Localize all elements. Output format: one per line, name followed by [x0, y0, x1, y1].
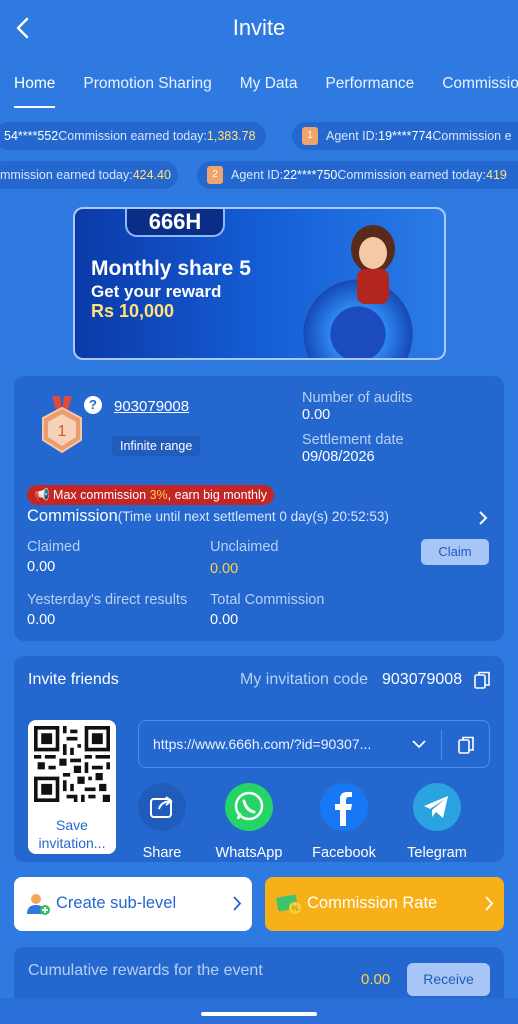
ticker-item: 2 Agent ID: 22****750 Commission earned … — [197, 161, 518, 189]
unclaimed-label: Unclaimed — [210, 539, 279, 555]
yesterday-value: 0.00 — [27, 612, 56, 628]
yesterday-label: Yesterday's direct results — [27, 592, 188, 608]
chevron-right-icon[interactable] — [478, 510, 488, 526]
rank-badge-icon: 2 — [207, 166, 223, 184]
chevron-right-icon — [233, 896, 242, 911]
ticker-agent-id: 22****750 — [283, 168, 338, 182]
claim-button[interactable]: Claim — [421, 539, 489, 565]
share-button[interactable]: Share — [122, 782, 202, 861]
save-invitation-label: Save invitation... — [38, 817, 106, 851]
telegram-icon — [413, 783, 461, 831]
banner-amount: Rs 10,000 — [91, 301, 175, 321]
qr-code-icon — [34, 726, 110, 802]
total-commission-label: Total Commission — [210, 592, 325, 608]
ticker-amount: 424.40 — [132, 168, 171, 182]
mascot-illustration — [351, 225, 395, 304]
promo-banner[interactable]: 666H Monthly share 5 Get your reward Rs … — [73, 207, 446, 360]
receive-button[interactable]: Receive — [407, 963, 490, 996]
ticker-item: 54****552 Commission earned today: 1,383… — [0, 122, 266, 150]
telegram-button[interactable]: Telegram — [397, 782, 477, 861]
invitation-link: https://www.666h.com/?id=90307... — [153, 736, 372, 752]
home-gesture-handle[interactable] — [201, 1012, 317, 1016]
commission-card: 1 ? 903079008 Infinite range Number of a… — [14, 376, 504, 641]
invite-card: Invite friends My invitation code 903079… — [14, 656, 504, 862]
claimed-value: 0.00 — [27, 559, 56, 575]
svg-text:%: % — [291, 904, 298, 913]
facebook-label: Facebook — [312, 845, 376, 861]
event-rewards-value: 0.00 — [361, 971, 391, 988]
ticker-label: Agent ID: — [231, 168, 284, 182]
event-rewards-label: Cumulative rewards for the event — [28, 962, 263, 979]
tab-commission[interactable]: Commission — [442, 58, 518, 108]
share-label: Share — [142, 845, 182, 861]
divider — [441, 730, 442, 760]
top-bar: Invite — [0, 0, 518, 58]
total-commission-value: 0.00 — [210, 612, 239, 628]
telegram-label: Telegram — [407, 845, 467, 861]
ticker-user: 54****552 — [4, 129, 59, 143]
banner-subline: Get your reward — [91, 282, 222, 301]
create-sub-level-button[interactable]: Create sub-level — [14, 877, 252, 931]
ticker-amount: 1,383.78 — [206, 129, 256, 143]
facebook-icon — [320, 783, 368, 831]
share-icon — [138, 783, 186, 831]
copy-icon[interactable] — [474, 671, 490, 689]
ticker-label: Commission earned today: — [58, 129, 207, 143]
rank-medal-icon: 1 — [42, 396, 82, 454]
chevron-right-icon — [485, 896, 494, 911]
commission-rate-label: Commission Rate — [307, 894, 438, 912]
user-id[interactable]: 903079008 — [114, 398, 189, 415]
commission-rate-button[interactable]: % Commission Rate — [265, 877, 504, 931]
ticker-amount: 419 — [486, 168, 507, 182]
invitation-code: 903079008 — [382, 671, 463, 688]
ticker-agent-id: 19****774 — [378, 129, 433, 143]
qr-code-card[interactable]: Save invitation... — [28, 720, 116, 854]
money-icon: % — [276, 894, 301, 914]
tab-promotion-sharing[interactable]: Promotion Sharing — [83, 58, 211, 108]
commission-title: Commission — [27, 507, 118, 525]
whatsapp-button[interactable]: WhatsApp — [209, 782, 289, 861]
page-title: Invite — [232, 15, 286, 40]
ticker-item: mmission earned today: 424.40 — [0, 161, 178, 189]
ticker-item: 1 Agent ID: 19****774 Commission e — [292, 122, 518, 150]
banner-headline: Monthly share 5 — [91, 257, 251, 280]
facebook-button[interactable]: Facebook — [304, 782, 384, 861]
copy-link-icon[interactable] — [458, 736, 474, 754]
claimed-label: Claimed — [27, 539, 81, 555]
max-commission-tag: 📢 Max commission 3%, earn big monthly — [27, 485, 275, 505]
ticker-label: Commission earned today: — [337, 168, 487, 182]
settlement-label: Settlement date — [302, 432, 404, 448]
rank-badge-icon: 1 — [302, 127, 318, 145]
ticker-label: Commission e — [432, 129, 512, 143]
commission-heading[interactable]: Commission(Time until next settlement 0 … — [27, 507, 389, 526]
unclaimed-value: 0.00 — [210, 561, 239, 577]
invitation-link-field[interactable]: https://www.666h.com/?id=90307... — [138, 720, 490, 768]
tab-home[interactable]: Home — [14, 58, 56, 108]
help-icon[interactable]: ? — [84, 396, 102, 414]
invite-title: Invite friends — [28, 671, 119, 688]
settlement-value: 09/08/2026 — [302, 449, 375, 465]
audits-value: 0.00 — [302, 407, 331, 423]
create-sub-level-label: Create sub-level — [56, 894, 177, 912]
invitation-code-label: My invitation code — [240, 671, 369, 688]
system-nav-bar — [0, 998, 518, 1024]
whatsapp-icon — [225, 783, 273, 831]
whatsapp-label: WhatsApp — [215, 845, 283, 861]
tab-bar: Home Promotion Sharing My Data Performan… — [0, 58, 518, 108]
ticker-label: Agent ID: — [326, 129, 379, 143]
range-badge: Infinite range — [112, 436, 201, 456]
brand-logo: 666H — [125, 209, 225, 237]
settlement-countdown: (Time until next settlement 0 day(s) 20:… — [117, 509, 389, 524]
svg-text:1: 1 — [58, 423, 67, 440]
audits-label: Number of audits — [302, 390, 413, 406]
tab-performance[interactable]: Performance — [325, 58, 414, 108]
ticker-label: mmission earned today: — [0, 168, 133, 182]
tab-my-data[interactable]: My Data — [240, 58, 298, 108]
add-user-icon — [27, 894, 50, 915]
chevron-down-icon[interactable] — [412, 739, 426, 749]
